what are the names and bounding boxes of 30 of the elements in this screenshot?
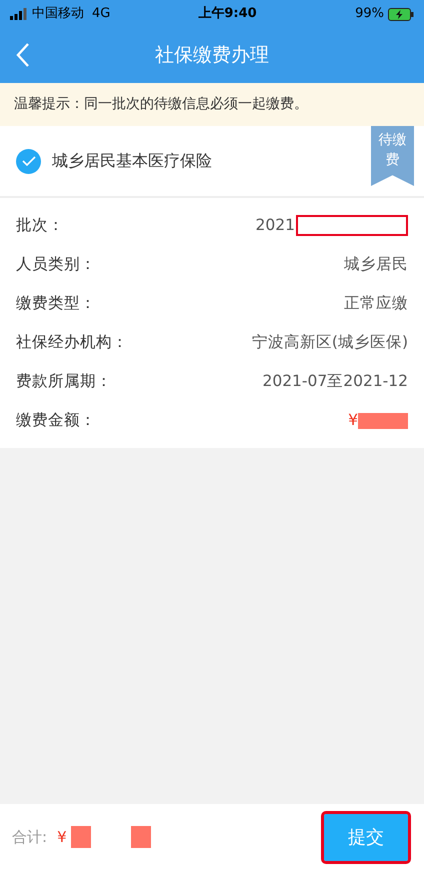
network-type: 4G xyxy=(92,5,110,24)
total-label: 合计: xyxy=(12,826,48,848)
battery-percent: 99% xyxy=(355,5,384,24)
field-value: 正常应缴 xyxy=(344,292,408,314)
field-label: 社保经办机构： xyxy=(16,332,128,353)
page-title: 社保缴费办理 xyxy=(155,43,269,68)
clock-time: 上午9:40 xyxy=(198,5,257,24)
insurance-name: 城乡居民基本医疗保险 xyxy=(52,150,212,172)
total-amount: ¥ xyxy=(57,826,67,848)
submit-button[interactable]: 提交 xyxy=(324,814,408,860)
redaction-mark xyxy=(358,412,408,428)
notice-text: 温馨提示：同一批次的待缴信息必须一起缴费。 xyxy=(0,83,424,126)
field-label: 缴费金额： xyxy=(16,410,96,431)
field-label: 人员类别： xyxy=(16,254,96,275)
battery-icon xyxy=(388,8,414,20)
field-label: 费款所属期： xyxy=(16,370,112,392)
field-value: 城乡居民 xyxy=(344,254,408,275)
field-value: 2021 xyxy=(256,214,295,236)
carrier-name: 中国移动 xyxy=(32,5,84,24)
redaction-mark xyxy=(130,826,151,848)
field-value: ¥ xyxy=(348,410,358,431)
status-ribbon: 待缴费 xyxy=(371,126,414,186)
field-value: 宁波高新区(城乡医保) xyxy=(252,332,408,353)
field-value: 2021-07至2021-12 xyxy=(262,370,408,392)
check-icon xyxy=(22,156,36,166)
redaction-mark xyxy=(70,826,91,848)
signal-icon xyxy=(10,8,28,20)
field-label: 缴费类型： xyxy=(16,292,96,314)
field-label: 批次： xyxy=(16,214,64,236)
checkbox[interactable] xyxy=(16,148,41,174)
